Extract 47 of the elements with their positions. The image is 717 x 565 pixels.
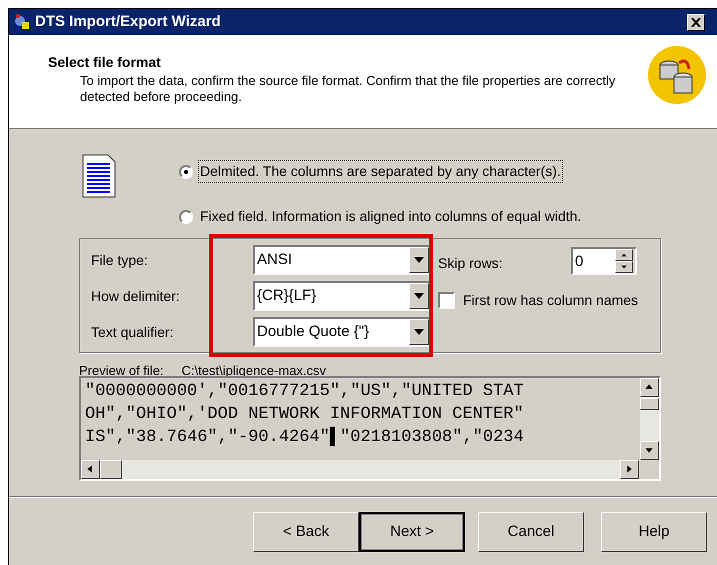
field-label: File type:	[91, 250, 149, 270]
page-description: To import the data, confirm the source file format. Confirm that the file properties are correctly detected before proceeding.	[80, 73, 616, 105]
preview-line: IS","38.7646","-90.4264"▌"0218103808","0234	[85, 426, 525, 449]
scroll-thumb[interactable]	[100, 460, 122, 479]
first-row-names-label: First row has column names	[463, 291, 638, 310]
wizard-button[interactable]: Next >	[359, 512, 465, 552]
dropdown-value: {CR}{LF}	[256, 286, 318, 306]
skip-rows-spinner[interactable]: 0	[571, 247, 637, 275]
dropdown[interactable]: {CR}{LF}	[253, 281, 431, 311]
dropdown-arrow-icon	[414, 293, 424, 299]
dropdown-arrow-icon	[414, 257, 424, 263]
scroll-up-icon[interactable]	[640, 378, 659, 397]
spin-down-icon[interactable]	[615, 261, 633, 273]
radio-button[interactable]	[179, 210, 193, 224]
wizard-button[interactable]: Help	[601, 512, 707, 552]
preview-line: "0000000000',"0016777215","US","UNITED STAT	[85, 381, 525, 403]
field-label: Text qualifier:	[91, 322, 174, 342]
scroll-down-icon[interactable]	[640, 441, 659, 460]
spin-up-icon[interactable]	[615, 249, 633, 261]
skip-rows-label: Skip rows:	[438, 254, 503, 273]
checkbox[interactable]	[438, 292, 455, 309]
dropdown-value: ANSI	[256, 250, 294, 270]
field-label: How delimiter:	[91, 286, 181, 306]
wizard-button[interactable]: Cancel	[478, 512, 584, 552]
radio-label: Delmited. The columns are separated by any character(s).	[199, 161, 562, 182]
dropdown-arrow-icon	[414, 329, 424, 335]
preview-label: Preview of file:	[79, 362, 164, 380]
text-document-icon	[82, 154, 116, 198]
page-title: Select file format	[48, 53, 162, 72]
close-button[interactable]	[687, 14, 705, 30]
dropdown[interactable]: Double Quote {"}	[253, 317, 431, 347]
horizontal-scrollbar[interactable]	[81, 460, 639, 479]
window-title: DTS Import/Export Wizard	[35, 12, 221, 32]
radio-label: Fixed field. Information is aligned into columns of equal width.	[199, 207, 582, 226]
dropdown-value: Double Quote {"}	[256, 322, 370, 342]
radio-button[interactable]	[179, 164, 193, 178]
wizard-icon	[13, 13, 31, 31]
wizard-button[interactable]: < Back	[253, 512, 359, 552]
skip-rows-value: 0	[574, 252, 584, 272]
scroll-right-icon[interactable]	[620, 460, 639, 479]
database-icon	[647, 45, 707, 105]
preview-line: OH","OHIO",'DOD NETWORK INFORMATION CENTER"	[85, 404, 525, 426]
scroll-left-icon[interactable]	[81, 460, 100, 479]
file-path: C:\test\ipligence-max.csv	[182, 362, 326, 380]
scroll-thumb[interactable]	[640, 398, 659, 410]
close-icon	[691, 18, 701, 26]
dropdown[interactable]: ANSI	[253, 245, 431, 275]
